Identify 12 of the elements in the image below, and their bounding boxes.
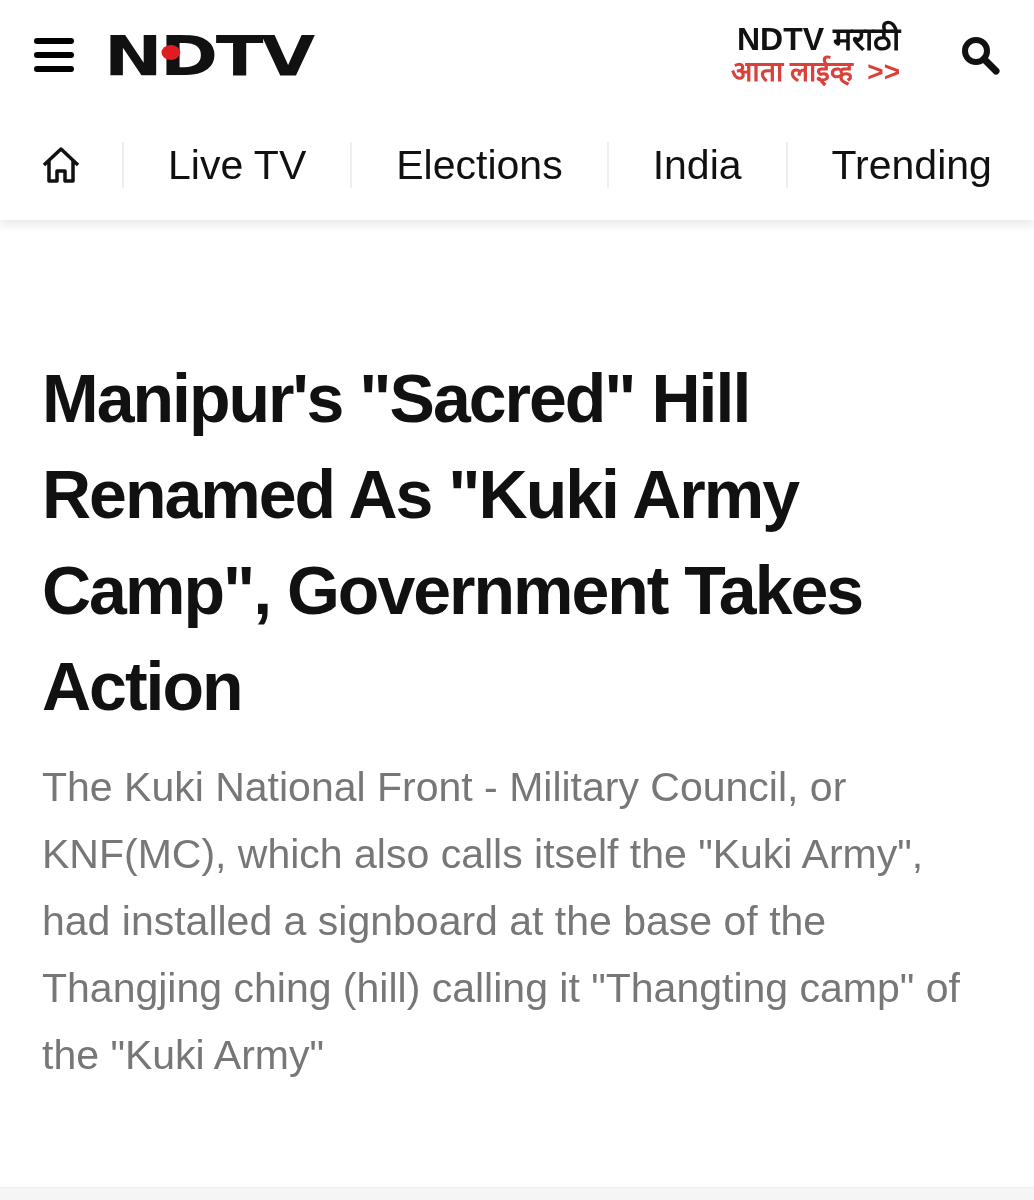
logo[interactable]: NDTV bbox=[104, 22, 313, 88]
nav-link[interactable]: Live TV bbox=[122, 142, 351, 188]
promo-subtitle[interactable]: आता लाईव्ह bbox=[730, 57, 854, 88]
article-headline: Manipur's "Sacred" Hill Renamed As "Kuki Army Camp", Government Takes Action bbox=[42, 359, 864, 726]
search-icon[interactable] bbox=[960, 35, 1000, 75]
menu-icon[interactable] bbox=[34, 38, 74, 72]
article-summary: The Kuki National Front - Military Council, or KNF(MC), which also calls itself the "Kuki Army", had installed a signboard at the base of the Thangjing ching (hill) calling it "Thangting camp" of the "Kuki Army" bbox=[42, 763, 961, 1080]
nav-link[interactable]: India bbox=[606, 142, 786, 188]
home-icon bbox=[40, 145, 82, 185]
nav-link[interactable]: Trending bbox=[785, 142, 1034, 188]
promo-arrow[interactable]: >> bbox=[867, 57, 900, 88]
nav-link[interactable]: Elections bbox=[350, 142, 607, 188]
